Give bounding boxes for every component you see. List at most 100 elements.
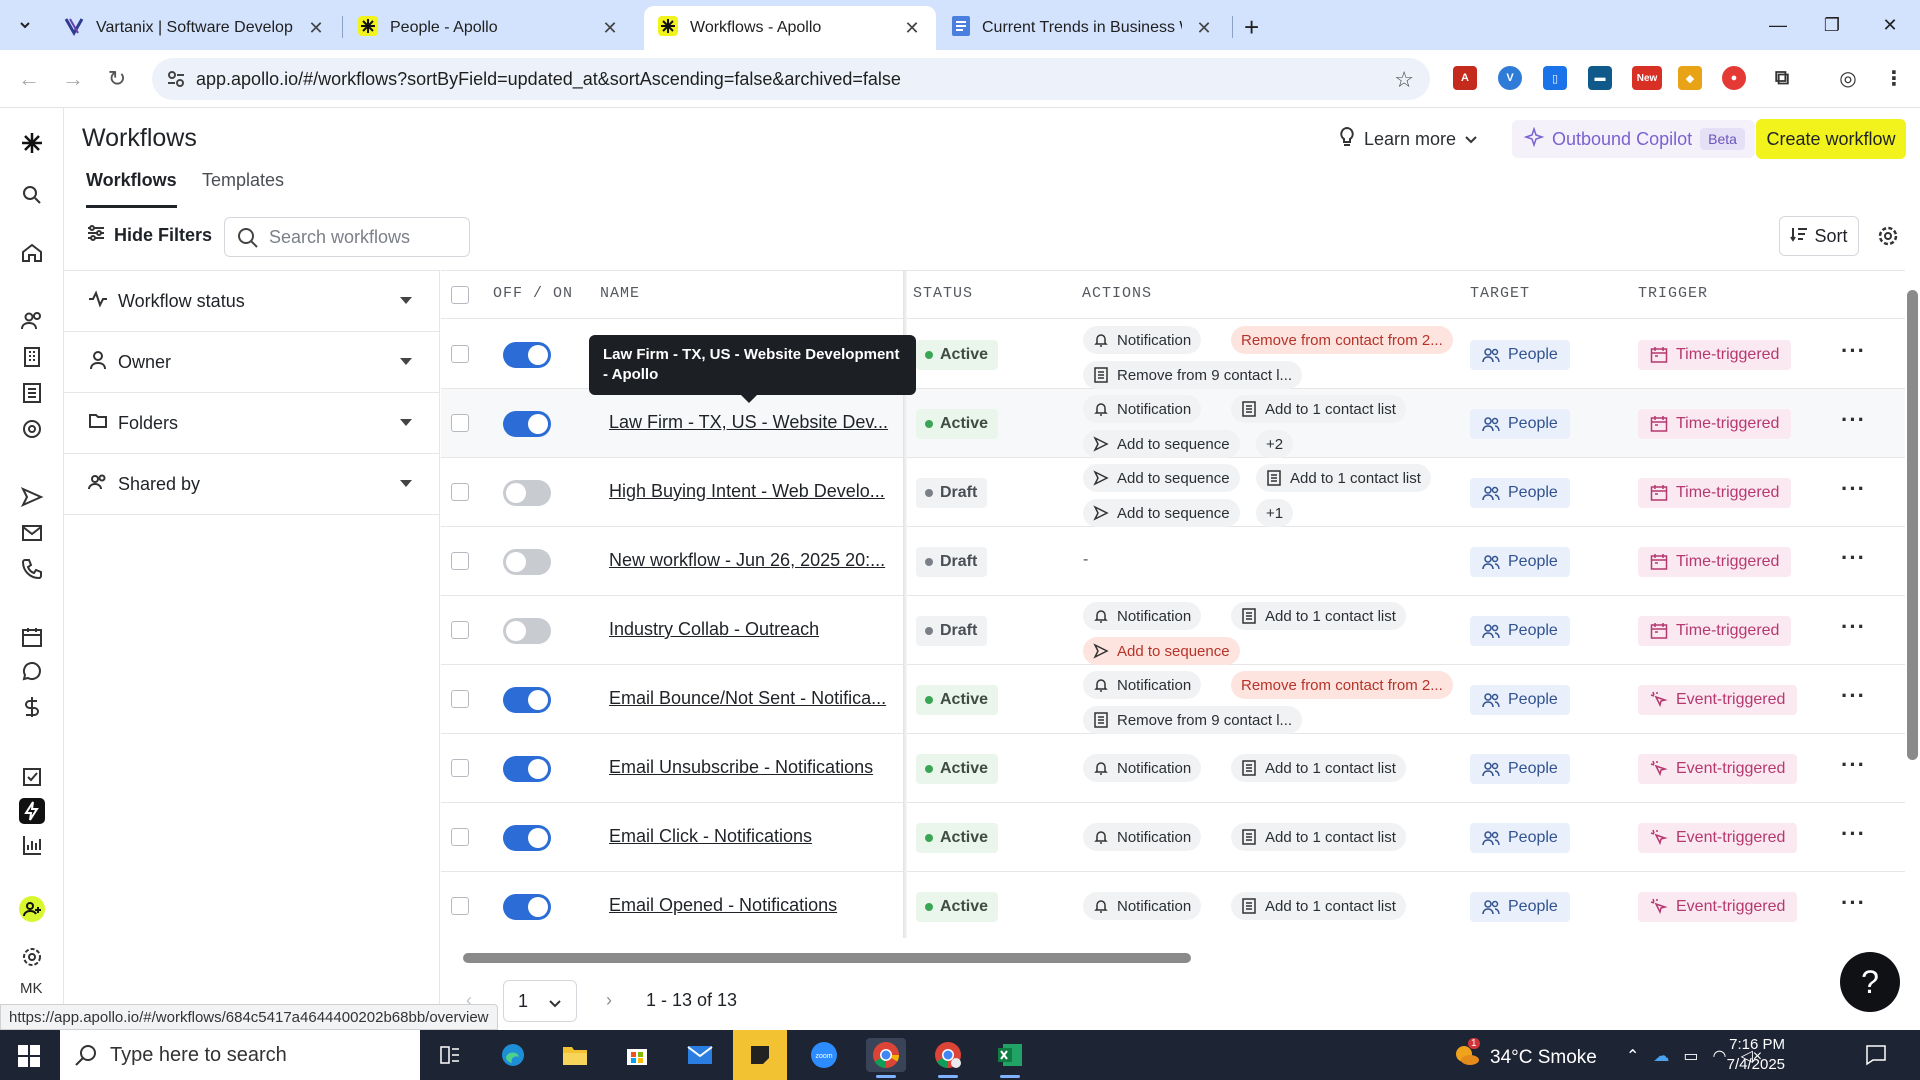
table-row[interactable]: Industry Collab - Outreach Draft Notificat… [441, 596, 1905, 665]
settings-gear-icon[interactable] [19, 944, 45, 970]
onedrive-cloud-icon[interactable]: ☁ [1653, 1046, 1669, 1066]
zoom-icon[interactable]: zoom [804, 1038, 844, 1072]
page-select[interactable]: 1 [503, 980, 577, 1022]
browser-tab[interactable]: People - Apollo ✕ [344, 6, 634, 50]
column-header-target[interactable]: TARGET [1470, 285, 1530, 302]
horizontal-scrollbar[interactable] [448, 950, 1904, 966]
action-chip[interactable]: Notification [1083, 754, 1202, 782]
action-chip[interactable]: Add to 1 contact list [1231, 892, 1406, 920]
table-row[interactable]: Email Unsubscribe - Notifications Active N… [441, 734, 1905, 803]
browser-tab[interactable]: Vartanix | Software Development ✕ [50, 6, 340, 50]
action-chip[interactable]: Add to sequence [1083, 637, 1240, 665]
row-more-options-icon[interactable]: ··· [1841, 338, 1866, 364]
column-header-status[interactable]: STATUS [913, 285, 973, 302]
help-question-icon[interactable]: ? [1840, 952, 1900, 1012]
bookmark-star-icon[interactable]: ☆ [1394, 67, 1414, 93]
table-row[interactable]: Email Click - Notifications Active Notific… [441, 803, 1905, 872]
row-checkbox[interactable] [451, 552, 469, 570]
workflow-name-link[interactable]: Email Unsubscribe - Notifications [609, 757, 873, 778]
table-row[interactable]: Law Firm - TX, US - Website Dev... Active… [441, 389, 1905, 458]
people-icon[interactable] [19, 308, 45, 334]
row-more-options-icon[interactable]: ··· [1841, 614, 1866, 640]
lists-icon[interactable] [19, 380, 45, 406]
learn-more-dropdown[interactable]: Learn more [1338, 126, 1478, 153]
action-chip[interactable]: Add to 1 contact list [1231, 602, 1406, 630]
action-chip[interactable]: Add to sequence [1083, 430, 1240, 458]
companies-icon[interactable] [19, 344, 45, 370]
analytics-icon[interactable] [19, 832, 45, 858]
workflow-toggle[interactable] [503, 480, 551, 506]
workflow-toggle[interactable] [503, 549, 551, 575]
next-page-icon[interactable]: › [606, 990, 612, 1011]
sticky-notes-icon[interactable] [733, 1030, 787, 1080]
reload-icon[interactable]: ↻ [102, 64, 132, 94]
folder-extension-icon[interactable]: ▬ [1588, 66, 1612, 90]
pdf-extension-icon[interactable]: A [1453, 66, 1477, 90]
sort-button[interactable]: Sort [1779, 216, 1859, 256]
search-icon[interactable] [19, 182, 45, 208]
close-tab-icon[interactable]: ✕ [1194, 18, 1214, 39]
action-chip[interactable]: +1 [1256, 499, 1294, 527]
action-chip[interactable]: Add to 1 contact list [1231, 754, 1406, 782]
action-chip[interactable]: Remove from 9 contact l... [1083, 361, 1303, 389]
workflows-lightning-icon[interactable] [19, 798, 45, 824]
battery-icon[interactable]: ▭ [1683, 1046, 1698, 1066]
phone-icon[interactable] [19, 556, 45, 582]
row-checkbox[interactable] [451, 690, 469, 708]
action-chip[interactable]: Notification [1083, 671, 1202, 699]
action-chip[interactable]: Add to sequence [1083, 464, 1240, 492]
table-row[interactable]: New workflow - Jun 26, 2025 20:... Draft -… [441, 527, 1905, 596]
new-extension-icon[interactable]: New [1632, 66, 1662, 90]
docs-extension-icon[interactable]: ▯ [1543, 66, 1567, 90]
workflow-toggle[interactable] [503, 894, 551, 920]
browser-tab-active[interactable]: Workflows - Apollo ✕ [644, 6, 936, 50]
tab-search-dropdown-icon[interactable] [12, 12, 38, 38]
row-more-options-icon[interactable]: ··· [1841, 476, 1866, 502]
data-enrichment-icon[interactable] [19, 416, 45, 442]
workflow-name-link[interactable]: Email Opened - Notifications [609, 895, 837, 916]
tag-extension-icon[interactable]: ◆ [1678, 66, 1702, 90]
create-workflow-button[interactable]: Create workflow [1756, 119, 1906, 159]
action-chip[interactable]: Remove from 9 contact l... [1083, 706, 1303, 734]
home-icon[interactable] [19, 240, 45, 266]
user-avatar[interactable]: MK [20, 980, 43, 997]
action-chip[interactable]: Notification [1083, 602, 1202, 630]
workflow-toggle[interactable] [503, 756, 551, 782]
action-chip[interactable]: Add to 1 contact list [1231, 395, 1406, 423]
close-window-icon[interactable]: ✕ [1868, 10, 1912, 40]
workflow-name-link[interactable]: Email Bounce/Not Sent - Notifica... [609, 688, 886, 709]
weather-widget[interactable]: 1 34°C Smoke [1454, 1038, 1597, 1072]
workflow-name-link[interactable]: Law Firm - TX, US - Website Dev... [609, 412, 888, 433]
action-chip[interactable]: +2 [1256, 430, 1294, 458]
file-explorer-icon[interactable] [555, 1038, 595, 1072]
apollo-logo-icon[interactable] [19, 130, 45, 156]
column-header-actions[interactable]: ACTIONS [1082, 285, 1152, 302]
row-checkbox[interactable] [451, 414, 469, 432]
action-chip[interactable]: Remove from contact from 2... [1231, 671, 1453, 699]
sequences-send-icon[interactable] [19, 484, 45, 510]
table-settings-gear-icon[interactable] [1876, 224, 1900, 253]
row-more-options-icon[interactable]: ··· [1841, 890, 1866, 916]
conversations-icon[interactable] [19, 660, 45, 686]
forward-icon[interactable]: → [58, 64, 88, 94]
taskbar-search-box[interactable]: Type here to search [60, 1030, 420, 1080]
filter-workflow-status[interactable]: Workflow status [64, 271, 440, 332]
row-checkbox[interactable] [451, 828, 469, 846]
action-chip[interactable]: Add to 1 contact list [1231, 823, 1406, 851]
task-view-icon[interactable] [430, 1038, 470, 1072]
back-icon[interactable]: ← [14, 64, 44, 94]
shield-extension-icon[interactable]: V [1498, 66, 1522, 90]
edge-browser-icon[interactable] [493, 1038, 533, 1072]
action-chip[interactable]: Add to sequence [1083, 499, 1240, 527]
filter-folders[interactable]: Folders [64, 393, 440, 454]
site-info-icon[interactable] [166, 69, 186, 94]
tray-chevron-up-icon[interactable]: ⌃ [1626, 1046, 1639, 1066]
mail-icon[interactable] [680, 1038, 720, 1072]
scroll-thumb[interactable] [463, 953, 1191, 963]
outbound-copilot-button[interactable]: Outbound Copilot Beta [1512, 120, 1755, 158]
action-chip[interactable]: Notification [1083, 823, 1202, 851]
workflow-toggle[interactable] [503, 618, 551, 644]
row-more-options-icon[interactable]: ··· [1841, 545, 1866, 571]
workflow-name-link[interactable]: New workflow - Jun 26, 2025 20:... [609, 550, 885, 571]
row-checkbox[interactable] [451, 621, 469, 639]
